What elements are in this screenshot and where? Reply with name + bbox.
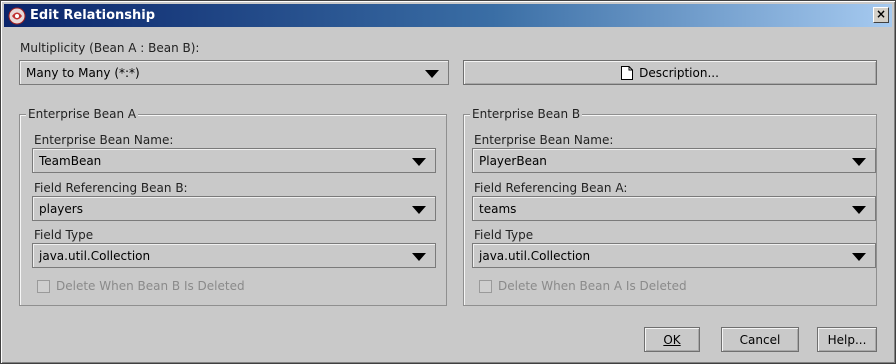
bean-b-name-dropdown[interactable]: PlayerBean [472,148,876,173]
bean-a-type-label: Field Type [34,228,94,242]
cancel-button-label: Cancel [739,332,781,347]
chevron-down-icon [852,253,866,261]
bean-a-field-value: players [39,202,83,216]
bean-b-type-dropdown[interactable]: java.util.Collection [472,243,876,268]
document-icon [621,65,634,80]
description-button-label: Description... [639,65,719,80]
app-icon [8,7,26,25]
bean-b-delete-checkbox-row[interactable]: Delete When Bean A Is Deleted [479,279,687,293]
multiplicity-label: Multiplicity (Bean A : Bean B): [20,41,200,55]
bean-a-type-value: java.util.Collection [39,249,151,263]
help-button[interactable]: Help... [817,327,877,352]
multiplicity-value: Many to Many (*:*) [26,66,140,80]
bean-b-field-value: teams [479,202,517,216]
window-title: Edit Relationship [30,8,156,23]
cancel-button[interactable]: Cancel [721,327,799,352]
help-button-label: Help... [827,332,867,347]
chevron-down-icon [412,253,426,261]
bean-b-name-label: Enterprise Bean Name: [474,133,614,147]
bean-b-field-label: Field Referencing Bean A: [474,181,628,195]
bean-a-type-dropdown[interactable]: java.util.Collection [32,243,436,268]
bean-a-delete-checkbox-row[interactable]: Delete When Bean B Is Deleted [37,279,245,293]
bean-a-delete-checkbox[interactable] [37,279,50,293]
chevron-down-icon [412,158,426,166]
bean-b-name-value: PlayerBean [479,154,547,168]
ok-button[interactable]: OK [644,327,700,352]
bean-a-name-value: TeamBean [39,154,102,168]
chevron-down-icon [852,158,866,166]
chevron-down-icon [412,206,426,214]
bean-a-name-label: Enterprise Bean Name: [34,133,174,147]
bean-a-name-dropdown[interactable]: TeamBean [32,148,436,173]
bean-a-group-title: Enterprise Bean A [26,107,139,121]
close-icon: × [875,7,887,21]
chevron-down-icon [852,206,866,214]
description-button[interactable]: Description... [463,60,877,85]
multiplicity-dropdown[interactable]: Many to Many (*:*) [19,60,449,85]
edit-relationship-dialog: Edit Relationship × Multiplicity (Bean A… [0,0,896,364]
title-bar[interactable]: Edit Relationship × [4,4,892,27]
bean-b-type-value: java.util.Collection [479,249,591,263]
bean-a-delete-label: Delete When Bean B Is Deleted [56,279,245,293]
bean-b-field-dropdown[interactable]: teams [472,196,876,221]
bean-b-type-label: Field Type [474,228,534,242]
close-button[interactable]: × [873,7,889,23]
bean-a-field-dropdown[interactable]: players [32,196,436,221]
chevron-down-icon [425,70,439,78]
bean-a-field-label: Field Referencing Bean B: [34,181,188,195]
ok-button-label: OK [663,332,681,347]
bean-b-group-title: Enterprise Bean B [470,107,583,121]
bean-b-delete-label: Delete When Bean A Is Deleted [498,279,687,293]
bean-b-delete-checkbox[interactable] [479,279,492,293]
